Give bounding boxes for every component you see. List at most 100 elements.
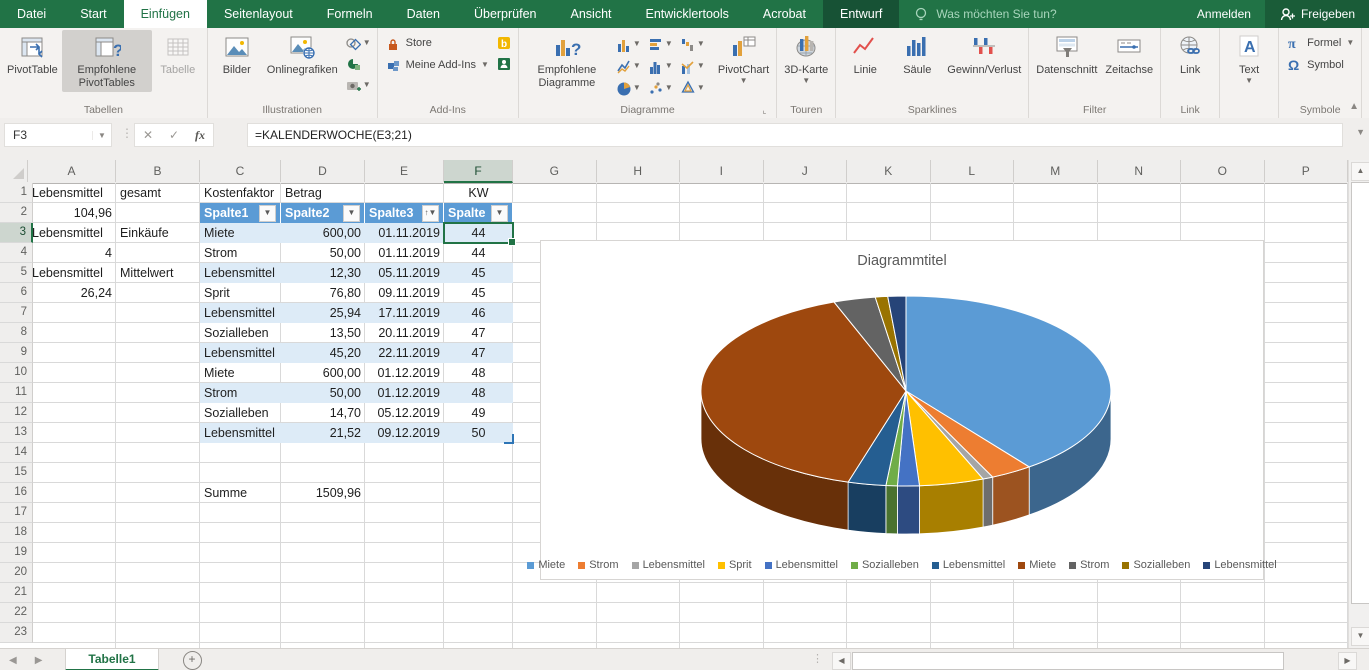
cell-C13[interactable]: Lebensmittel (200, 423, 281, 443)
row-header-9[interactable]: 9 (0, 343, 33, 363)
column-header-A[interactable]: A (28, 160, 116, 182)
button-insert-histogram-chart[interactable]: ▼ (648, 56, 678, 76)
row-header-7[interactable]: 7 (0, 303, 33, 323)
column-header-H[interactable]: H (597, 160, 681, 182)
cell-D6[interactable]: 76,80 (281, 283, 365, 303)
row-header-11[interactable]: 11 (0, 383, 33, 403)
cell-C16[interactable]: Summe (200, 483, 281, 503)
ribbon-tab-entwicklertools[interactable]: Entwicklertools (629, 0, 746, 28)
select-all-corner[interactable] (0, 160, 28, 182)
row-header-10[interactable]: 10 (0, 363, 33, 383)
pie-slice-side[interactable] (848, 482, 886, 533)
ribbon-tab-start[interactable]: Start (63, 0, 123, 28)
column-header-N[interactable]: N (1098, 160, 1182, 182)
button-empfohlene-pivottables[interactable]: ?Empfohlene PivotTables (62, 30, 152, 92)
legend-item[interactable]: Strom (1069, 559, 1109, 571)
cell-D5[interactable]: 12,30 (281, 263, 365, 283)
legend-item[interactable]: Miete (527, 559, 565, 571)
table-resize-handle[interactable] (504, 434, 514, 444)
cell-B5[interactable]: Mittelwert (116, 263, 200, 283)
cell-E12[interactable]: 05.12.2019 (365, 403, 444, 423)
cell-E9[interactable]: 22.11.2019 (365, 343, 444, 363)
cell-A2[interactable]: 104,96 (28, 203, 116, 223)
vertical-scroll-thumb[interactable] (1351, 182, 1369, 604)
cell-C7[interactable]: Lebensmittel (200, 303, 281, 323)
cell-E7[interactable]: 17.11.2019 (365, 303, 444, 323)
sheet-nav-left-icon[interactable]: ◀ (0, 649, 26, 670)
fill-handle[interactable] (508, 238, 516, 246)
cell-F10[interactable]: 48 (444, 363, 513, 383)
cell-F12[interactable]: 49 (444, 403, 513, 423)
sheet-tab-tabelle1[interactable]: Tabelle1 (65, 649, 158, 670)
scroll-right-icon[interactable]: ▶ (1338, 652, 1357, 670)
button-insert-pie-chart[interactable]: ▼ (616, 78, 646, 98)
button-store[interactable]: Store (385, 35, 489, 51)
button-onlinegrafiken[interactable]: Onlinegrafiken (263, 30, 342, 79)
legend-item[interactable]: Lebensmittel (765, 559, 838, 571)
row-header-13[interactable]: 13 (0, 423, 33, 443)
horizontal-scroll-thumb[interactable] (852, 652, 1284, 670)
sign-in-button[interactable]: Anmelden (1183, 0, 1265, 28)
cell-C3[interactable]: Miete (200, 223, 281, 243)
row-header-12[interactable]: 12 (0, 403, 33, 423)
cell-F11[interactable]: 48 (444, 383, 513, 403)
row-header-14[interactable]: 14 (0, 443, 33, 463)
button-zeitachse[interactable]: Zeitachse (1101, 30, 1157, 79)
button-gewinn-verlust[interactable]: Gewinn/Verlust (943, 30, 1025, 79)
cell-F5[interactable]: 45 (444, 263, 513, 283)
cell-C11[interactable]: Strom (200, 383, 281, 403)
row-header-18[interactable]: 18 (0, 523, 33, 543)
cell-C5[interactable]: Lebensmittel (200, 263, 281, 283)
button-smartart[interactable] (345, 56, 371, 72)
cell-C6[interactable]: Sprit (200, 283, 281, 303)
cell-D3[interactable]: 600,00 (281, 223, 365, 243)
column-header-D[interactable]: D (281, 160, 365, 182)
share-button[interactable]: Freigeben (1265, 0, 1369, 28)
pie-slice-side[interactable] (983, 477, 993, 527)
name-box[interactable]: F3 ▼ (4, 123, 112, 147)
filter-dropdown-icon[interactable]: ↑▼ (422, 205, 439, 222)
button-3d-karte[interactable]: 3D-Karte▼ (780, 30, 832, 87)
column-header-O[interactable]: O (1181, 160, 1265, 182)
cell-D7[interactable]: 25,94 (281, 303, 365, 323)
button-datenschnitt[interactable]: Datenschnitt (1032, 30, 1101, 79)
button-säule[interactable]: Säule (891, 30, 943, 79)
button-formel[interactable]: πFormel▼ (1286, 35, 1354, 51)
cell-F4[interactable]: 44 (444, 243, 513, 263)
insert-function-icon[interactable]: fx (187, 128, 213, 143)
filter-dropdown-icon[interactable]: ▼ (491, 205, 508, 222)
cell-D16[interactable]: 1509,96 (281, 483, 365, 503)
column-header-K[interactable]: K (847, 160, 931, 182)
cell-F2[interactable]: Spalte▼ (444, 203, 513, 223)
cancel-icon[interactable]: ✕ (135, 128, 161, 142)
row-header-8[interactable]: 8 (0, 323, 33, 343)
cell-A3[interactable]: Lebensmittel (28, 223, 116, 243)
column-header-G[interactable]: G (513, 160, 597, 182)
button-bing-maps[interactable]: b (496, 35, 512, 51)
pie-slice-side[interactable] (920, 479, 984, 534)
pie-slice-side[interactable] (886, 486, 898, 534)
ribbon-tab-datei[interactable]: Datei (0, 0, 63, 28)
column-header-L[interactable]: L (931, 160, 1015, 182)
tell-me-search[interactable]: Was möchten Sie tun? (899, 0, 1183, 28)
legend-item[interactable]: Sozialleben (851, 559, 919, 571)
button-insert-scatter-chart[interactable]: ▼ (648, 78, 678, 98)
ribbon-tab-acrobat[interactable]: Acrobat (746, 0, 823, 28)
button-bilder[interactable]: Bilder (211, 30, 263, 79)
cell-E6[interactable]: 09.11.2019 (365, 283, 444, 303)
new-sheet-icon[interactable]: + (183, 651, 202, 670)
scroll-down-icon[interactable]: ▼ (1351, 627, 1369, 646)
row-header-15[interactable]: 15 (0, 463, 33, 483)
row-header-22[interactable]: 22 (0, 603, 33, 623)
ribbon-tab-überprüfen[interactable]: Überprüfen (457, 0, 554, 28)
legend-item[interactable]: Lebensmittel (632, 559, 705, 571)
button-shapes[interactable]: ▼ (345, 35, 371, 51)
button-pivottable[interactable]: PivotTable (3, 30, 62, 79)
sheet-nav-right-icon[interactable]: ▶ (26, 649, 52, 670)
cell-C9[interactable]: Lebensmittel (200, 343, 281, 363)
button-tabelle[interactable]: Tabelle (152, 30, 204, 79)
horizontal-splitter[interactable]: ⋮ (812, 652, 823, 665)
column-header-E[interactable]: E (365, 160, 444, 182)
cell-E5[interactable]: 05.11.2019 (365, 263, 444, 283)
legend-item[interactable]: Sozialleben (1122, 559, 1190, 571)
